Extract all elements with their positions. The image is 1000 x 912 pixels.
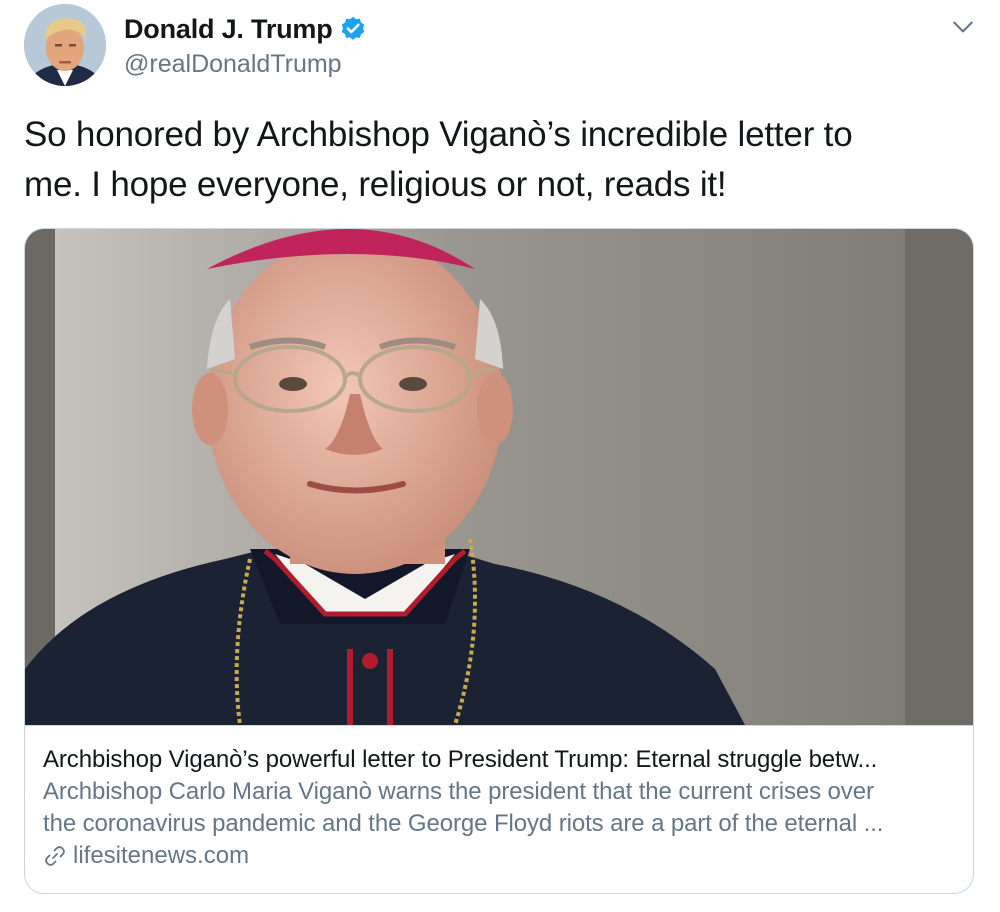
tweet-text-line: So honored by Archbishop Viganò’s incred…: [24, 115, 853, 154]
link-preview-title[interactable]: Archbishop Viganò’s powerful letter to P…: [43, 744, 957, 776]
link-preview-body[interactable]: Archbishop Viganò’s powerful letter to P…: [25, 725, 973, 893]
link-preview-domain-row: lifesitenews.com: [43, 840, 957, 872]
link-preview-domain[interactable]: lifesitenews.com: [73, 840, 249, 872]
author-handle[interactable]: @realDonaldTrump: [124, 50, 367, 79]
link-preview-card[interactable]: Archbishop Viganò’s powerful letter to P…: [24, 228, 974, 894]
link-preview-description-line: Archbishop Carlo Maria Viganò warns the …: [43, 778, 874, 805]
tweet-header: Donald J. Trump @realDonaldTrump: [24, 4, 976, 88]
author-avatar[interactable]: [24, 4, 106, 86]
tweet-text-line: me. I hope everyone, religious or not, r…: [24, 165, 727, 204]
chevron-down-icon[interactable]: [950, 14, 976, 40]
author-display-name[interactable]: Donald J. Trump: [124, 14, 333, 45]
link-preview-description: Archbishop Carlo Maria Viganò warns the …: [43, 776, 955, 840]
link-icon: [43, 844, 67, 868]
tweet-text: So honored by Archbishop Viganò’s incred…: [24, 110, 974, 210]
link-preview-image[interactable]: [25, 229, 973, 725]
link-preview-description-line: the coronavirus pandemic and the George …: [43, 810, 884, 837]
verified-badge-icon: [339, 15, 367, 43]
